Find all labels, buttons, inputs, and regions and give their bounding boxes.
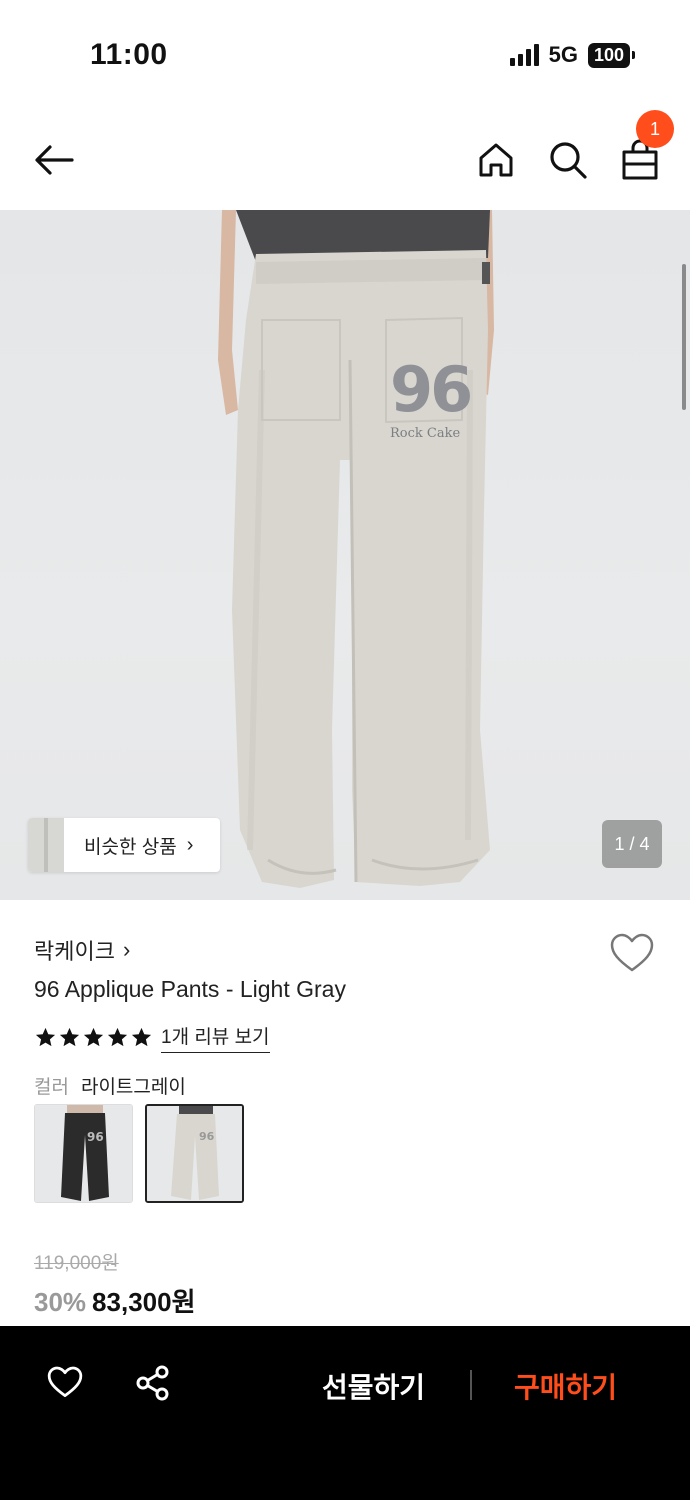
applique-text: Rock Cake xyxy=(390,426,461,441)
star-icon xyxy=(107,1027,128,1047)
top-nav: 1 xyxy=(0,110,690,206)
scrollbar[interactable] xyxy=(682,264,686,410)
discount-rate: 30% xyxy=(34,1287,87,1317)
home-button[interactable] xyxy=(474,138,518,182)
svg-text:96: 96 xyxy=(199,1130,215,1143)
divider xyxy=(470,1370,472,1400)
product-photo xyxy=(218,210,494,888)
similar-products-button[interactable]: 비슷한 상품 › xyxy=(28,818,220,872)
product-image-gallery[interactable]: 96 Rock Cake 비슷한 상품 › 1 / 4 xyxy=(0,210,690,900)
heart-icon xyxy=(47,1366,83,1398)
gift-button[interactable]: 선물하기 xyxy=(322,1366,425,1406)
home-icon xyxy=(479,143,513,177)
review-link[interactable]: 1개 리뷰 보기 xyxy=(161,1022,270,1053)
color-value: 라이트그레이 xyxy=(80,1077,186,1098)
bottom-action-bar: 선물하기 구매하기 xyxy=(0,1326,690,1500)
color-label: 컬러 xyxy=(34,1077,69,1098)
similar-product-thumbnail xyxy=(28,818,64,872)
signal-icon xyxy=(509,44,539,66)
similar-products-label: 비슷한 상품 xyxy=(84,836,177,858)
star-icon xyxy=(35,1027,56,1047)
svg-text:96: 96 xyxy=(87,1130,104,1144)
price-row: 30% 83,300원 xyxy=(34,1282,196,1319)
heart-icon xyxy=(610,933,654,972)
applique-patch: 96 Rock Cake xyxy=(390,350,473,441)
sale-price: 83,300원 xyxy=(92,1287,196,1317)
brand-link[interactable]: 락케이크 › xyxy=(34,934,130,966)
swatch-light-gray[interactable]: 96 xyxy=(145,1104,244,1203)
color-row: 컬러 라이트그레이 xyxy=(34,1072,186,1099)
arrow-left-icon xyxy=(35,145,74,175)
back-button[interactable] xyxy=(32,138,76,182)
cart-button[interactable]: 1 xyxy=(618,110,674,182)
network-label: 5G xyxy=(548,42,578,67)
share-button[interactable] xyxy=(134,1364,172,1402)
share-icon xyxy=(136,1365,169,1401)
rating-stars xyxy=(34,1026,153,1049)
buy-button[interactable]: 구매하기 xyxy=(514,1366,617,1406)
rating-row: 1개 리뷰 보기 xyxy=(34,1022,270,1053)
bottom-wishlist-button[interactable] xyxy=(46,1364,84,1402)
star-icon xyxy=(131,1027,152,1047)
swatch-black[interactable]: 96 xyxy=(34,1104,133,1203)
swatch-light-gray-image: 96 xyxy=(147,1106,242,1201)
chevron-right-icon: › xyxy=(122,937,131,962)
search-icon xyxy=(550,142,587,179)
image-counter: 1 / 4 xyxy=(602,820,662,868)
chevron-right-icon: › xyxy=(186,833,194,856)
search-button[interactable] xyxy=(546,138,590,182)
star-icon xyxy=(59,1027,80,1047)
battery-icon: 100 xyxy=(587,42,636,68)
product-title: 96 Applique Pants - Light Gray xyxy=(34,976,346,1002)
brand-name: 락케이크 xyxy=(34,939,115,964)
color-swatches: 96 96 xyxy=(34,1104,244,1203)
status-time: 11:00 xyxy=(90,38,168,71)
status-indicators: 5G 100 xyxy=(509,42,636,68)
star-icon xyxy=(83,1027,104,1047)
wishlist-button[interactable] xyxy=(608,930,656,978)
status-bar: 11:00 5G 100 xyxy=(0,0,690,100)
original-price: 119,000원 xyxy=(34,1253,119,1274)
swatch-black-image: 96 xyxy=(35,1105,132,1202)
applique-number: 96 xyxy=(390,353,473,426)
cart-count-badge: 1 xyxy=(636,110,674,148)
